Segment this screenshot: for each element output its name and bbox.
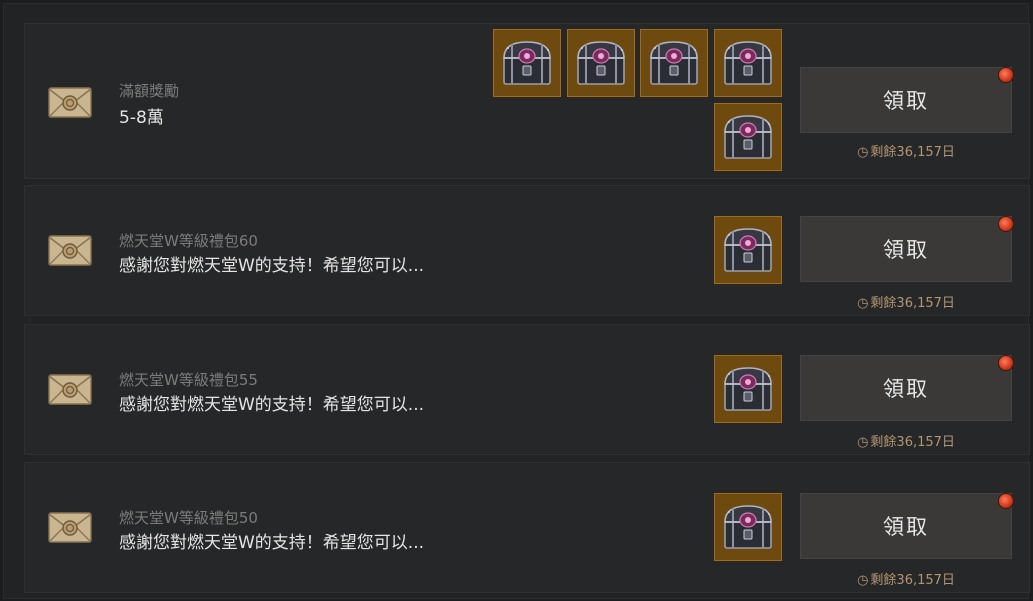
clock-icon: ◷ <box>857 145 869 160</box>
notification-dot-icon <box>998 493 1014 509</box>
mail-item[interactable]: 滿額獎勵 5-8萬 領取 ◷ 剩餘36,157日 <box>24 23 1030 179</box>
reward-item-slot[interactable] <box>640 29 708 97</box>
reward-item-slot[interactable] <box>567 29 635 97</box>
mail-subtitle: 燃天堂W等級禮包50 <box>119 509 258 527</box>
claim-button[interactable]: 領取 <box>800 216 1014 282</box>
clock-icon: ◷ <box>857 573 869 588</box>
treasure-chest-icon <box>572 36 630 90</box>
claim-button[interactable]: 領取 <box>800 493 1014 559</box>
remaining-time: ◷ 剩餘36,157日 <box>800 141 1012 160</box>
remaining-time: ◷ 剩餘36,157日 <box>800 569 1012 588</box>
envelope-seal-icon <box>47 84 93 120</box>
remaining-time-text: 剩餘36,157日 <box>870 573 955 588</box>
mail-item[interactable]: 燃天堂W等級禮包60 感謝您對燃天堂W的支持！希望您可以... 領取 ◷ 剩餘36… <box>24 185 1030 316</box>
reward-item-slot[interactable] <box>714 493 782 561</box>
mail-title: 感謝您對燃天堂W的支持！希望您可以... <box>119 533 425 553</box>
mail-title: 感謝您對燃天堂W的支持！希望您可以... <box>119 256 425 276</box>
claim-button-label: 領取 <box>883 89 929 113</box>
claim-button-label: 領取 <box>883 515 929 539</box>
claim-button[interactable]: 領取 <box>800 67 1014 133</box>
remaining-time-text: 剩餘36,157日 <box>870 145 955 160</box>
claim-button[interactable]: 領取 <box>800 355 1014 421</box>
mail-item[interactable]: 燃天堂W等級禮包50 感謝您對燃天堂W的支持！希望您可以... 領取 ◷ 剩餘36… <box>24 462 1030 593</box>
treasure-chest-icon <box>719 36 777 90</box>
treasure-chest-icon <box>719 362 777 416</box>
treasure-chest-icon <box>645 36 703 90</box>
envelope-seal-icon <box>47 509 93 545</box>
reward-item-slot[interactable] <box>714 29 782 97</box>
mail-list-panel: 滿額獎勵 5-8萬 領取 ◷ 剩餘36,157日 燃天堂W等級禮包60 感謝您對燃… <box>3 3 1030 599</box>
clock-icon: ◷ <box>857 296 869 311</box>
notification-dot-icon <box>998 216 1014 232</box>
clock-icon: ◷ <box>857 435 869 450</box>
treasure-chest-icon <box>719 500 777 554</box>
reward-item-slot[interactable] <box>714 103 782 171</box>
remaining-time: ◷ 剩餘36,157日 <box>800 431 1012 450</box>
remaining-time-text: 剩餘36,157日 <box>870 435 955 450</box>
mail-subtitle: 滿額獎勵 <box>119 82 180 100</box>
mail-title: 感謝您對燃天堂W的支持！希望您可以... <box>119 395 425 415</box>
remaining-time: ◷ 剩餘36,157日 <box>800 292 1012 311</box>
reward-item-slot[interactable] <box>714 216 782 284</box>
envelope-seal-icon <box>47 371 93 407</box>
treasure-chest-icon <box>719 110 777 164</box>
treasure-chest-icon <box>719 223 777 277</box>
mail-subtitle: 燃天堂W等級禮包60 <box>119 232 258 250</box>
mail-title: 5-8萬 <box>119 108 164 128</box>
notification-dot-icon <box>998 355 1014 371</box>
reward-item-slot[interactable] <box>714 355 782 423</box>
mail-item[interactable]: 燃天堂W等級禮包55 感謝您對燃天堂W的支持！希望您可以... 領取 ◷ 剩餘36… <box>24 324 1030 455</box>
reward-item-slot[interactable] <box>493 29 561 97</box>
claim-button-label: 領取 <box>883 377 929 401</box>
treasure-chest-icon <box>498 36 556 90</box>
mail-subtitle: 燃天堂W等級禮包55 <box>119 371 258 389</box>
remaining-time-text: 剩餘36,157日 <box>870 296 955 311</box>
claim-button-label: 領取 <box>883 238 929 262</box>
envelope-seal-icon <box>47 232 93 268</box>
notification-dot-icon <box>998 67 1014 83</box>
